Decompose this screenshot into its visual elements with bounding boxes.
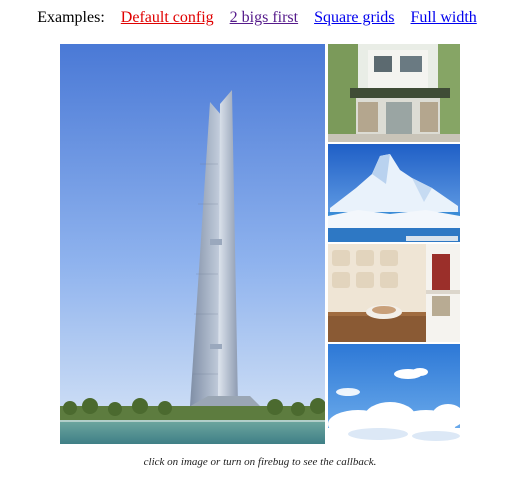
two-bigs-first-link[interactable]: 2 bigs first: [230, 9, 298, 26]
gallery-image-iceberg[interactable]: [328, 144, 460, 242]
gallery-caption: click on image or turn on firebug to see…: [143, 456, 377, 468]
gallery-image-skyscraper[interactable]: [60, 44, 325, 444]
gallery-image-clouds[interactable]: [328, 344, 460, 444]
image-gallery: [60, 44, 460, 444]
gallery-image-interior[interactable]: [328, 244, 460, 342]
examples-nav: Examples: Default config 2 bigs first Sq…: [0, 8, 520, 28]
examples-label: Examples:: [37, 9, 105, 26]
default-config-link[interactable]: Default config: [121, 9, 214, 26]
gallery-image-house[interactable]: [328, 44, 460, 142]
full-width-link[interactable]: Full width: [411, 9, 477, 26]
square-grids-link[interactable]: Square grids: [314, 9, 394, 26]
